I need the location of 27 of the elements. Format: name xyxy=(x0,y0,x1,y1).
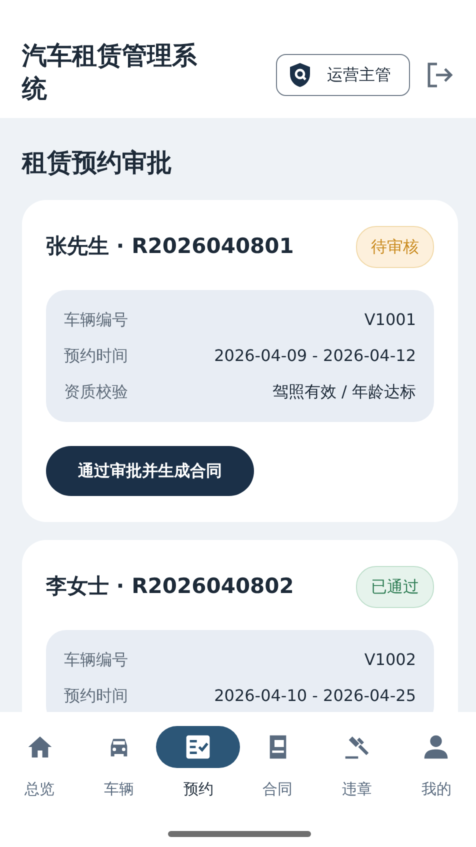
person-icon xyxy=(422,733,450,761)
role-button[interactable]: 运营主管 xyxy=(276,54,410,96)
checklist-icon xyxy=(184,733,212,761)
field-value: V1002 xyxy=(364,648,416,670)
field-value: 2026-04-10 - 2026-04-25 xyxy=(214,684,416,706)
nav-tab[interactable]: 违章 xyxy=(317,726,397,800)
approve-button[interactable]: 通过审批并生成合同 xyxy=(46,446,254,496)
status-tag: 待审核 xyxy=(356,226,434,268)
nav-tab[interactable]: 车辆 xyxy=(79,726,159,800)
nav-tab[interactable]: 我的 xyxy=(396,726,476,800)
status-tag: 已通过 xyxy=(356,566,434,608)
field-label: 预约时间 xyxy=(64,344,128,366)
nav-tab[interactable]: 总览 xyxy=(0,726,80,800)
reservation-title: 李女士 · R2026040802 xyxy=(46,572,294,600)
reservation-title: 张先生 · R2026040801 xyxy=(46,232,294,260)
app-title: 汽车租赁管理系统 xyxy=(22,40,198,104)
field-label: 资质校验 xyxy=(64,380,128,402)
field-value: 2026-04-09 - 2026-04-12 xyxy=(214,344,416,366)
field-value: V1001 xyxy=(364,308,416,330)
field-label: 车辆编号 xyxy=(64,648,128,670)
section-title: 租赁预约审批 xyxy=(22,147,173,179)
nav-tab[interactable]: 合同 xyxy=(238,726,318,800)
shield-icon xyxy=(289,62,311,88)
field-value: 驾照有效 / 年龄达标 xyxy=(272,380,416,402)
field-label: 预约时间 xyxy=(64,684,128,706)
field-label: 车辆编号 xyxy=(64,308,128,330)
logout-icon[interactable] xyxy=(426,62,454,88)
